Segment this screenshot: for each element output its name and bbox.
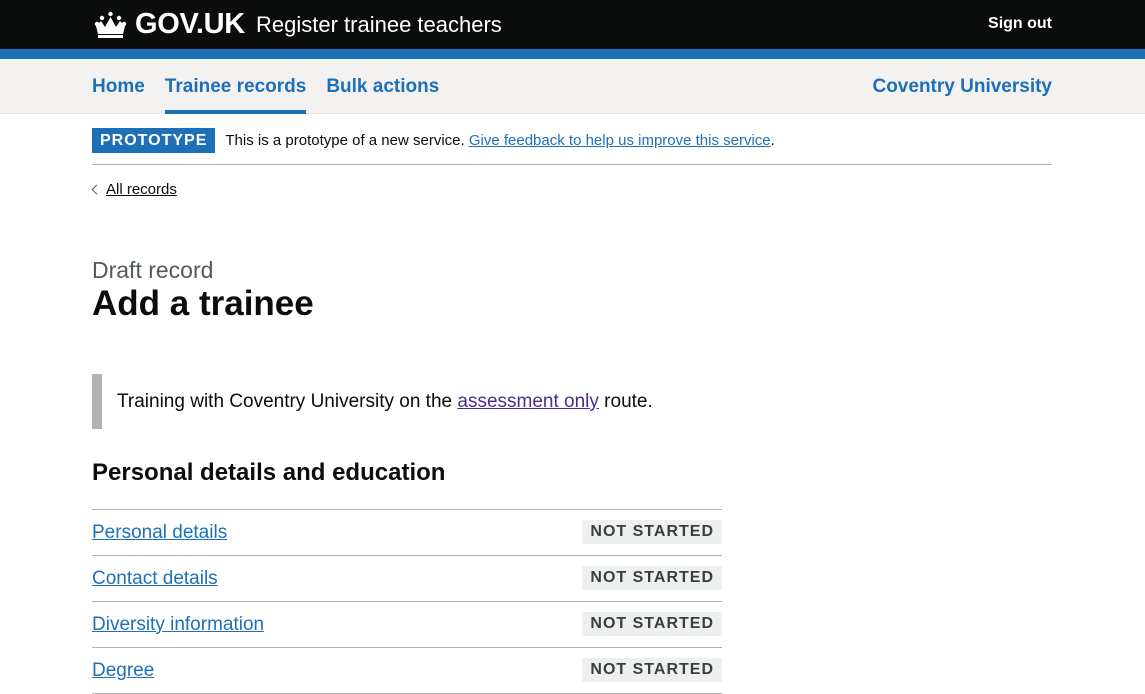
back-link[interactable]: All records	[91, 180, 177, 200]
task-link-contact-details[interactable]: Contact details	[92, 567, 218, 591]
sign-out-link[interactable]: Sign out	[988, 13, 1052, 35]
task-link-personal-details[interactable]: Personal details	[92, 521, 227, 545]
phase-text-after: .	[770, 132, 775, 149]
crown-icon	[94, 11, 127, 38]
route-link[interactable]: assessment only	[457, 391, 599, 412]
back-link-label: All records	[106, 181, 177, 198]
status-tag: NOT STARTED	[582, 658, 722, 682]
task-item: Degree NOT STARTED	[92, 648, 722, 694]
task-item: Contact details NOT STARTED	[92, 556, 722, 602]
task-link-degree[interactable]: Degree	[92, 659, 154, 683]
govuk-logo-text: GOV.UK	[135, 8, 245, 40]
status-tag: NOT STARTED	[582, 520, 722, 544]
task-list: Personal details NOT STARTED Contact det…	[92, 509, 722, 694]
phase-banner: PROTOTYPE This is a prototype of a new s…	[92, 128, 1052, 165]
route-inset-text: Training with Coventry University on the…	[92, 374, 692, 429]
section-heading: Personal details and education	[92, 459, 446, 486]
govuk-logo[interactable]: GOV.UK	[92, 8, 245, 40]
nav-items: Home Trainee records Bulk actions	[92, 59, 459, 114]
chevron-left-icon	[91, 184, 102, 195]
nav-item-home[interactable]: Home	[92, 59, 145, 114]
phase-text-before: This is a prototype of a new service.	[225, 132, 469, 149]
inset-text-before: Training with Coventry University on the	[117, 391, 458, 412]
page-title: Add a trainee	[92, 284, 314, 323]
page-caption: Draft record	[92, 257, 214, 283]
status-tag: NOT STARTED	[582, 566, 722, 590]
task-item: Diversity information NOT STARTED	[92, 602, 722, 648]
status-tag: NOT STARTED	[582, 612, 722, 636]
inset-text-after: route.	[598, 391, 653, 412]
phase-tag: PROTOTYPE	[92, 128, 216, 153]
task-link-diversity-information[interactable]: Diversity information	[92, 613, 264, 637]
nav-item-bulk-actions[interactable]: Bulk actions	[326, 59, 439, 114]
feedback-link[interactable]: Give feedback to help us improve this se…	[469, 132, 771, 149]
phase-banner-text: This is a prototype of a new service. Gi…	[225, 127, 774, 154]
organisation-link[interactable]: Coventry University	[872, 76, 1052, 98]
nav-item-trainee-records[interactable]: Trainee records	[164, 59, 307, 114]
task-item: Personal details NOT STARTED	[92, 510, 722, 556]
site-header: GOV.UK Register trainee teachers Sign ou…	[0, 0, 1145, 59]
primary-navigation: Home Trainee records Bulk actions Covent…	[0, 59, 1145, 114]
service-name[interactable]: Register trainee teachers	[256, 11, 502, 39]
